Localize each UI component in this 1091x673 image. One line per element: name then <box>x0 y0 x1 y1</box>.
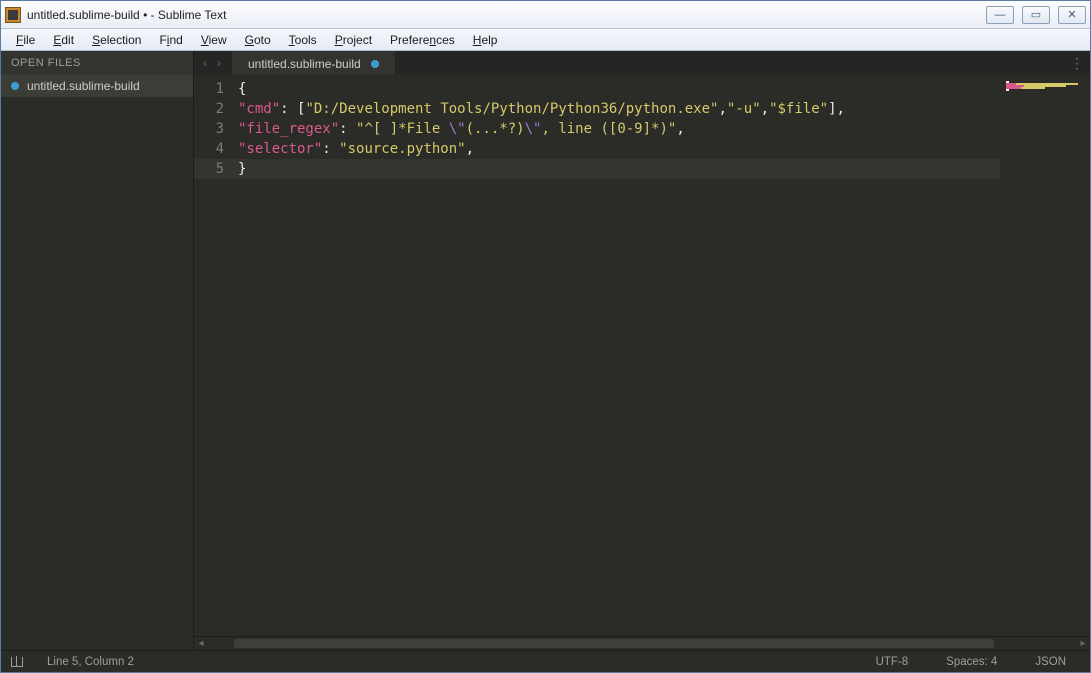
tab-dirty-icon <box>371 60 379 68</box>
status-syntax[interactable]: JSON <box>1021 656 1080 668</box>
scroll-left-button[interactable]: ◂ <box>194 637 208 650</box>
line-number: 3 <box>194 119 224 139</box>
menubar: File Edit Selection Find View Goto Tools… <box>1 29 1090 51</box>
window-title: untitled.sublime-build • - Sublime Text <box>27 8 986 22</box>
open-file-item[interactable]: untitled.sublime-build <box>1 75 193 97</box>
scroll-thumb[interactable] <box>234 639 994 648</box>
app-icon <box>5 7 21 23</box>
code-line[interactable]: } <box>234 159 1000 179</box>
tab-nav-back[interactable]: ‹ <box>198 51 212 75</box>
code-line[interactable]: { <box>234 79 1000 99</box>
menu-selection[interactable]: Selection <box>83 29 150 50</box>
editor-column: ‹ › untitled.sublime-build ⋮ 1 2 3 4 5 {… <box>194 51 1090 650</box>
sidebar: OPEN FILES untitled.sublime-build <box>1 51 194 650</box>
app-window: untitled.sublime-build • - Sublime Text … <box>0 0 1091 673</box>
open-files-header: OPEN FILES <box>1 51 193 75</box>
scroll-right-button[interactable]: ▸ <box>1076 637 1090 650</box>
status-encoding[interactable]: UTF-8 <box>862 656 923 668</box>
menu-goto[interactable]: Goto <box>236 29 280 50</box>
panel-toggle-icon[interactable] <box>11 657 23 667</box>
line-number: 4 <box>194 139 224 159</box>
gutter: 1 2 3 4 5 <box>194 75 234 636</box>
minimap[interactable] <box>1000 75 1090 636</box>
titlebar[interactable]: untitled.sublime-build • - Sublime Text … <box>1 1 1090 29</box>
menu-edit[interactable]: Edit <box>44 29 83 50</box>
code-line[interactable]: "selector": "source.python", <box>234 139 1000 159</box>
close-button[interactable]: ✕ <box>1058 6 1086 24</box>
status-position[interactable]: Line 5, Column 2 <box>33 656 148 668</box>
app-body: OPEN FILES untitled.sublime-build ‹ › un… <box>1 51 1090 650</box>
tab-active[interactable]: untitled.sublime-build <box>232 51 395 75</box>
maximize-button[interactable]: ▭ <box>1022 6 1050 24</box>
horizontal-scrollbar[interactable]: ◂ ▸ <box>194 636 1090 650</box>
menu-find[interactable]: Find <box>150 29 191 50</box>
line-number: 5 <box>194 159 234 179</box>
minimize-button[interactable]: — <box>986 6 1014 24</box>
dirty-indicator-icon <box>11 82 19 90</box>
line-number: 1 <box>194 79 224 99</box>
code-line[interactable]: "file_regex": "^[ ]*File \"(...*?)\", li… <box>234 119 1000 139</box>
tabbar: ‹ › untitled.sublime-build ⋮ <box>194 51 1090 75</box>
tab-nav-forward[interactable]: › <box>212 51 226 75</box>
open-file-label: untitled.sublime-build <box>27 79 140 93</box>
menu-file[interactable]: File <box>7 29 44 50</box>
menu-project[interactable]: Project <box>326 29 381 50</box>
editor[interactable]: 1 2 3 4 5 {"cmd": ["D:/Development Tools… <box>194 75 1090 636</box>
line-number: 2 <box>194 99 224 119</box>
statusbar: Line 5, Column 2 UTF-8 Spaces: 4 JSON <box>1 650 1090 672</box>
code-area[interactable]: {"cmd": ["D:/Development Tools/Python/Py… <box>234 75 1000 636</box>
menu-help[interactable]: Help <box>464 29 507 50</box>
menu-preferences[interactable]: Preferences <box>381 29 464 50</box>
tab-overflow-button[interactable]: ⋮ <box>1070 51 1084 75</box>
menu-tools[interactable]: Tools <box>280 29 326 50</box>
tab-label: untitled.sublime-build <box>248 57 361 71</box>
status-indent[interactable]: Spaces: 4 <box>932 656 1011 668</box>
code-line[interactable]: "cmd": ["D:/Development Tools/Python/Pyt… <box>234 99 1000 119</box>
menu-view[interactable]: View <box>192 29 236 50</box>
